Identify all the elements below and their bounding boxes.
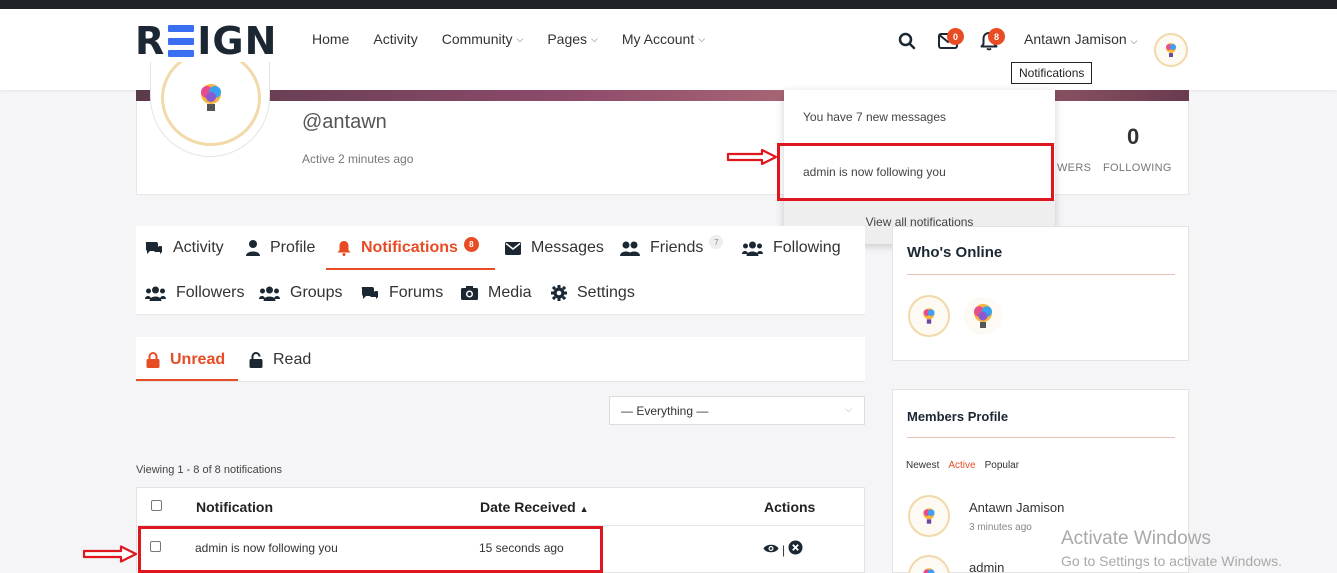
users-group-icon — [259, 286, 280, 301]
gear-icon — [551, 285, 567, 301]
profile-handle: @antawn — [302, 111, 387, 133]
tab-forums[interactable]: Forums — [361, 284, 443, 302]
tab-groups[interactable]: Groups — [259, 284, 342, 302]
following-count: 0 — [1127, 124, 1140, 149]
tab-following[interactable]: Following — [742, 239, 841, 257]
tab-profile[interactable]: Profile — [246, 239, 315, 257]
online-user-avatar[interactable] — [962, 295, 1004, 337]
nav-pages[interactable]: Pages ⌵ — [547, 31, 598, 47]
chevron-down-icon: ⌵ — [1130, 36, 1138, 46]
widget-title: Members Profile — [907, 409, 1009, 424]
widget-divider — [907, 274, 1175, 275]
users-group-icon — [145, 286, 166, 301]
notification-subtabs — [136, 337, 865, 382]
filter-newest[interactable]: Newest — [906, 460, 939, 471]
chevron-down-icon: ⌵ — [845, 404, 852, 414]
subtab-unread[interactable]: Unread — [146, 351, 225, 369]
member-avatar[interactable] — [908, 495, 950, 537]
pagination-count: Viewing 1 - 8 of 8 notifications — [136, 464, 282, 476]
camera-icon — [461, 286, 478, 300]
notification-filter-select[interactable]: — Everything — ⌵ — [609, 396, 865, 425]
chevron-down-icon: ⌵ — [698, 33, 706, 44]
following-label: FOLLOWING — [1103, 162, 1172, 174]
nav-community[interactable]: Community ⌵ — [442, 31, 524, 47]
user-icon — [246, 240, 260, 256]
browser-top-strip — [0, 0, 1337, 9]
tab-activity[interactable]: Activity — [145, 239, 224, 257]
member-name[interactable]: admin — [969, 560, 1004, 573]
highlight-box-dropdown — [777, 143, 1054, 201]
widget-title: Who's Online — [907, 244, 1003, 261]
logo-letters: IGN — [197, 19, 278, 63]
notifications-count-badge: 8 — [463, 236, 479, 252]
profile-active-status: Active 2 minutes ago — [302, 152, 414, 166]
main-nav: Home Activity Community ⌵ Pages ⌵ My Accou… — [312, 31, 729, 47]
users-group-icon — [742, 241, 763, 256]
dropdown-messages-item[interactable]: You have 7 new messages — [803, 110, 946, 124]
messages-badge: 0 — [947, 28, 964, 45]
comments-icon — [361, 285, 379, 301]
online-user-avatar[interactable] — [908, 295, 950, 337]
envelope-icon — [505, 241, 521, 255]
notifications-badge: 8 — [988, 28, 1005, 45]
logo-e-mark — [168, 25, 195, 57]
lock-icon — [146, 352, 160, 368]
filter-popular[interactable]: Popular — [985, 460, 1019, 471]
friends-count-badge: 7 — [709, 235, 724, 249]
unlock-icon — [249, 352, 263, 368]
chevron-down-icon: ⌵ — [591, 33, 598, 44]
windows-activation-title: Activate Windows — [1061, 528, 1211, 549]
member-last-active: 3 minutes ago — [969, 522, 1032, 533]
tab-friends[interactable]: Friends 7 — [620, 235, 724, 257]
column-actions: Actions — [764, 499, 816, 515]
member-name[interactable]: Antawn Jamison — [969, 500, 1064, 515]
arrow-right-icon — [82, 545, 138, 563]
delete-icon[interactable] — [788, 540, 803, 560]
tab-messages[interactable]: Messages — [505, 239, 604, 257]
notifications-tooltip: Notifications — [1011, 62, 1093, 84]
user-menu[interactable]: Antawn Jamison ⌵ — [1024, 31, 1137, 47]
windows-activation-subtitle: Go to Settings to activate Windows. — [1061, 553, 1282, 569]
sort-asc-icon: ▲ — [579, 504, 589, 514]
highlight-box-row — [138, 526, 603, 573]
select-all-checkbox[interactable] — [151, 500, 162, 511]
nav-my-account[interactable]: My Account ⌵ — [622, 31, 705, 47]
action-separator: | — [782, 543, 786, 557]
logo-letter-r: R — [135, 19, 166, 63]
bell-icon — [337, 240, 351, 256]
followers-label: WERS — [1057, 162, 1092, 174]
site-logo[interactable]: R IGN — [135, 19, 277, 63]
nav-activity[interactable]: Activity — [373, 31, 417, 47]
row-actions: | — [763, 540, 803, 560]
column-date-received[interactable]: Date Received ▲ — [480, 499, 589, 515]
search-icon[interactable] — [896, 30, 918, 52]
widget-divider — [907, 437, 1175, 438]
active-subtab-underline — [136, 379, 238, 381]
user-avatar[interactable] — [1154, 33, 1188, 67]
arrow-right-icon — [726, 149, 778, 165]
column-notification: Notification — [196, 499, 273, 515]
active-tab-underline — [326, 268, 495, 270]
nav-home[interactable]: Home — [312, 31, 349, 47]
tab-followers[interactable]: Followers — [145, 284, 244, 302]
tab-notifications[interactable]: Notifications 8 — [337, 236, 479, 257]
whos-online-widget: Who's Online — [892, 226, 1189, 361]
tab-settings[interactable]: Settings — [551, 284, 635, 302]
comments-icon — [145, 240, 163, 256]
subtab-read[interactable]: Read — [249, 351, 311, 369]
filter-active[interactable]: Active — [948, 460, 975, 471]
tab-media[interactable]: Media — [461, 284, 532, 302]
eye-icon[interactable] — [763, 541, 779, 559]
member-filters: Newest Active Popular — [906, 460, 1019, 471]
users-icon — [620, 241, 640, 256]
chevron-down-icon: ⌵ — [516, 33, 524, 44]
